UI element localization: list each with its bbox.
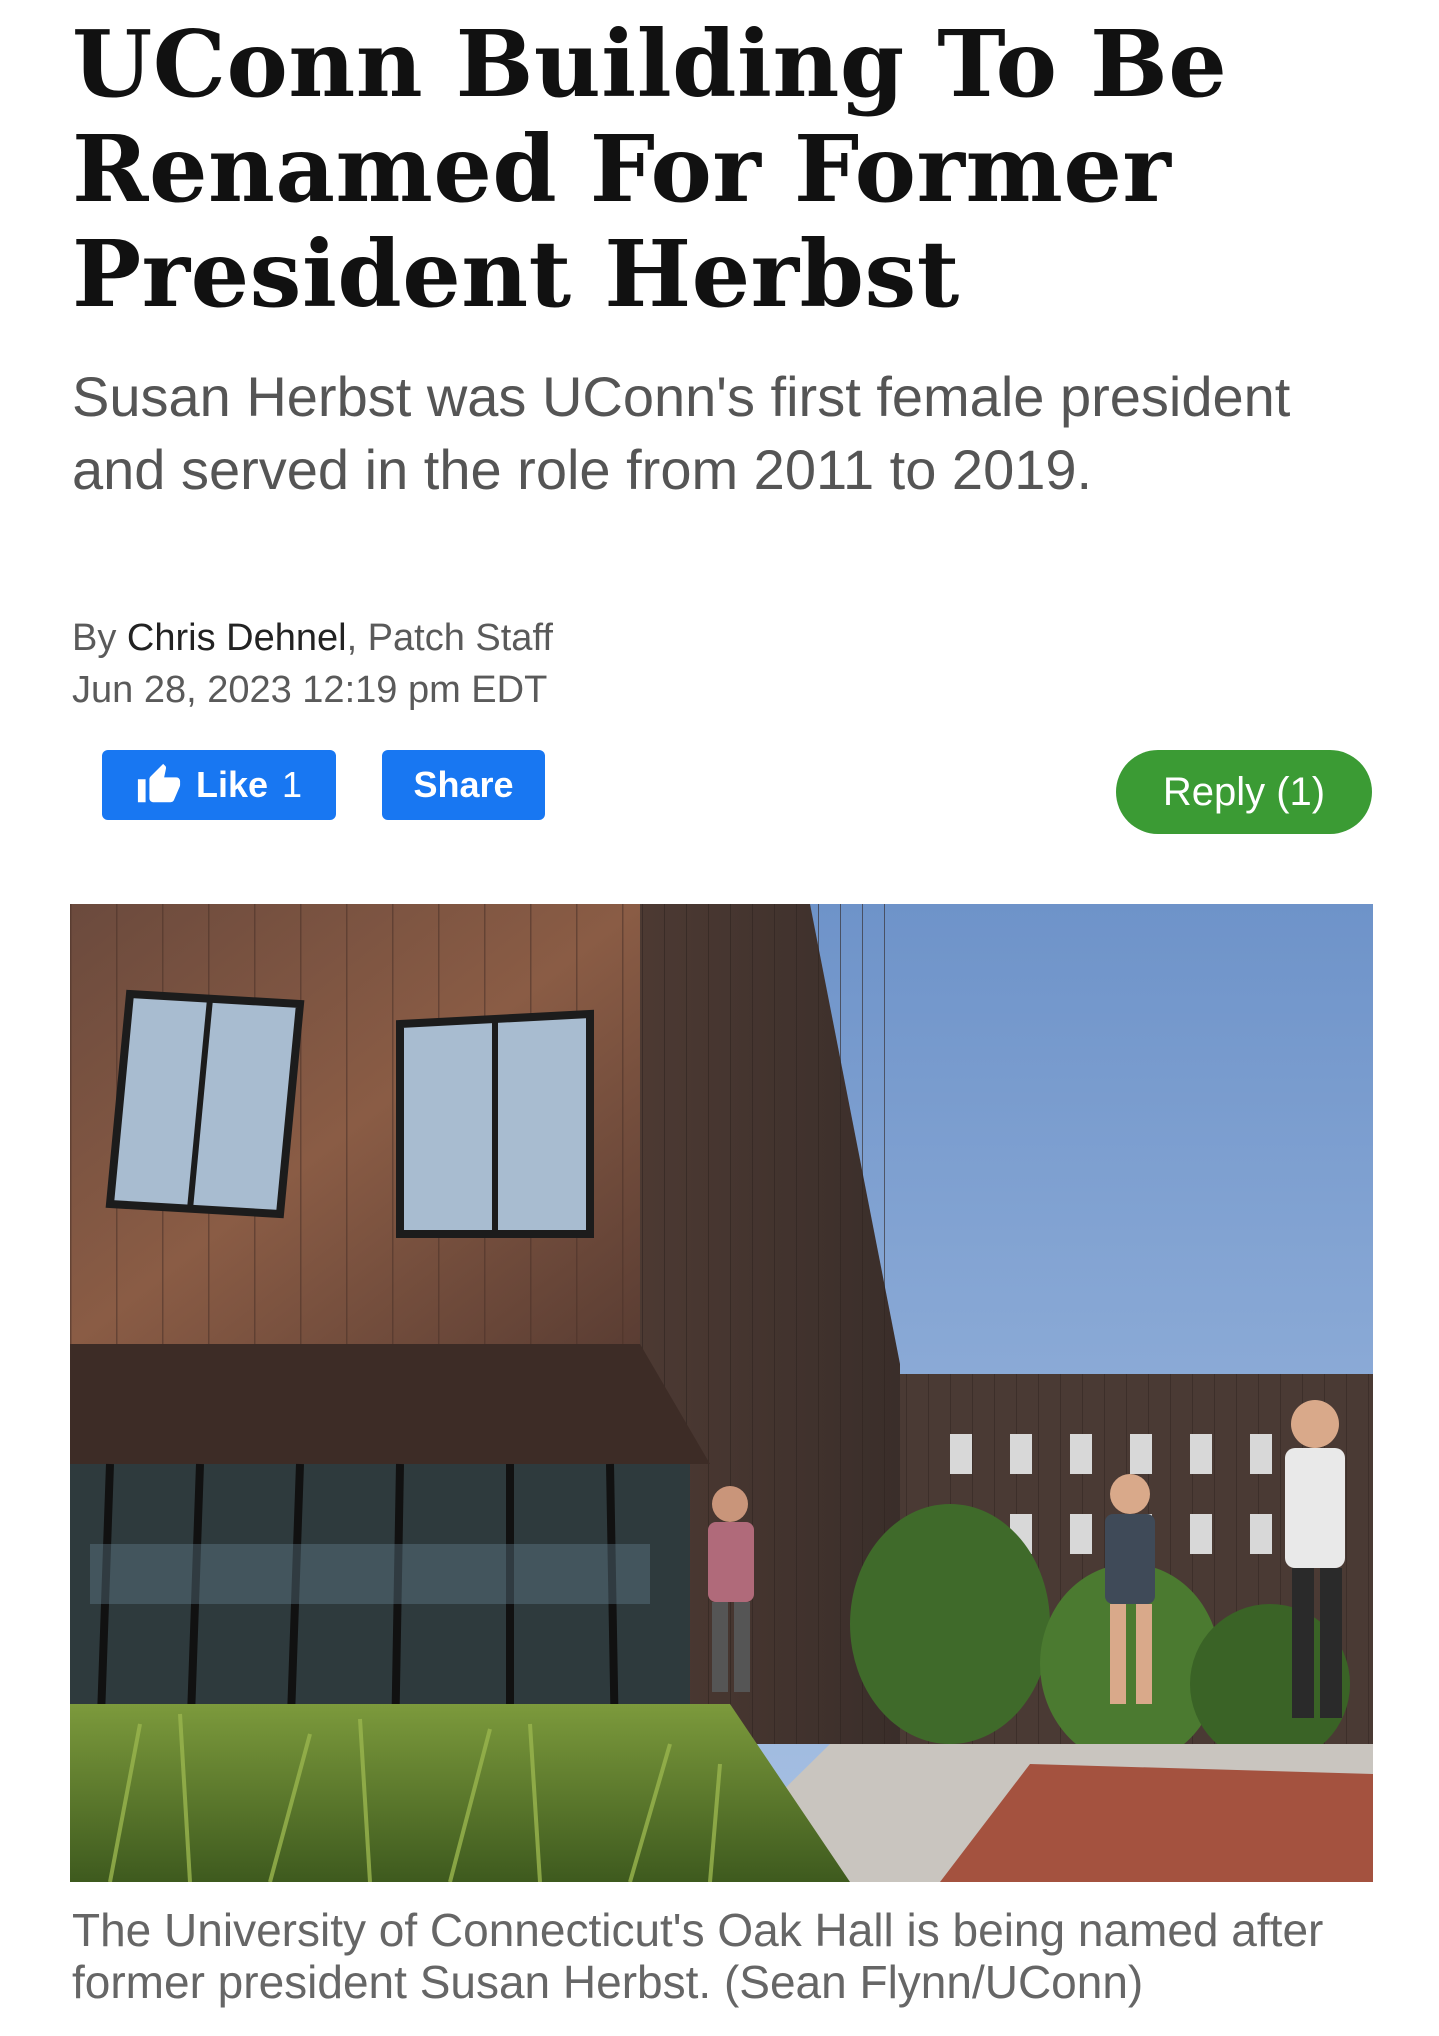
byline: By Chris Dehnel, Patch Staff <box>72 612 553 664</box>
photo-caption: The University of Connecticut's Oak Hall… <box>72 1904 1324 2008</box>
publish-date: Jun 28, 2023 12:19 pm EDT <box>72 669 548 711</box>
thumbs-up-icon <box>137 763 181 803</box>
byline-prefix: By <box>72 617 127 659</box>
reply-button[interactable]: Reply (1) <box>1116 750 1372 834</box>
facebook-share-button[interactable]: Share <box>382 750 545 820</box>
article-headline: UConn Building To Be Renamed For Former … <box>72 10 1228 328</box>
like-count: 1 <box>282 764 303 805</box>
byline-suffix: , Patch Staff <box>346 617 553 659</box>
article-photo <box>70 904 1373 1882</box>
author-link[interactable]: Chris Dehnel <box>127 617 347 659</box>
article-subheadline: Susan Herbst was UConn's first female pr… <box>72 365 1291 501</box>
facebook-like-button[interactable]: Like 1 <box>102 750 336 820</box>
like-label: Like <box>195 764 268 805</box>
